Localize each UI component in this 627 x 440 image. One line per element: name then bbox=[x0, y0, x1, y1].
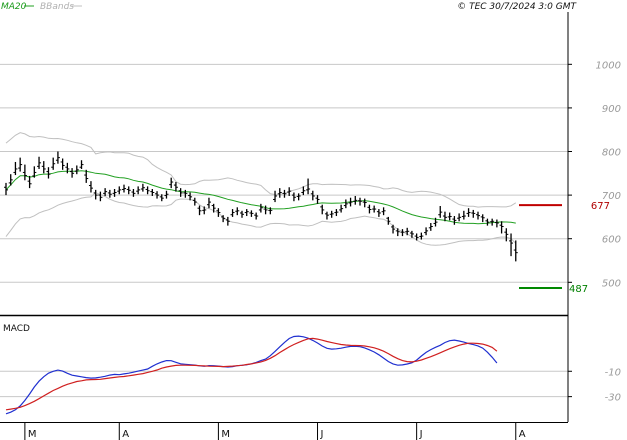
price-y-tick-label: 1000 bbox=[596, 60, 621, 71]
macd-y-tick-label: -30 bbox=[605, 393, 621, 404]
resistance-label: 677 bbox=[591, 201, 610, 212]
price-y-tick-label: 900 bbox=[602, 104, 621, 115]
stock-chart: 677 487 500 600 700 800 900 1000 -10 -30 M A M J J A… bbox=[0, 0, 627, 440]
legend-ma20: MA20 bbox=[1, 2, 27, 12]
x-tick-label: A bbox=[519, 429, 526, 440]
macd-y-tick-label: -10 bbox=[605, 367, 621, 378]
x-tick-label: J bbox=[419, 429, 423, 440]
support-label: 487 bbox=[569, 284, 588, 295]
chart-credit: © TEC 30/7/2024 3:0 GMT bbox=[457, 2, 577, 12]
price-y-tick-label: 800 bbox=[602, 148, 621, 159]
x-tick-label: A bbox=[122, 429, 129, 440]
x-tick-label: J bbox=[320, 429, 324, 440]
price-y-tick-label: 700 bbox=[602, 191, 621, 202]
x-tick-label: M bbox=[221, 429, 230, 440]
legend-bbands: BBands bbox=[40, 2, 74, 12]
x-tick-label: M bbox=[28, 429, 37, 440]
macd-panel-title: MACD bbox=[3, 324, 30, 334]
price-y-tick-label: 600 bbox=[602, 235, 621, 246]
price-y-tick-label: 500 bbox=[602, 278, 621, 289]
